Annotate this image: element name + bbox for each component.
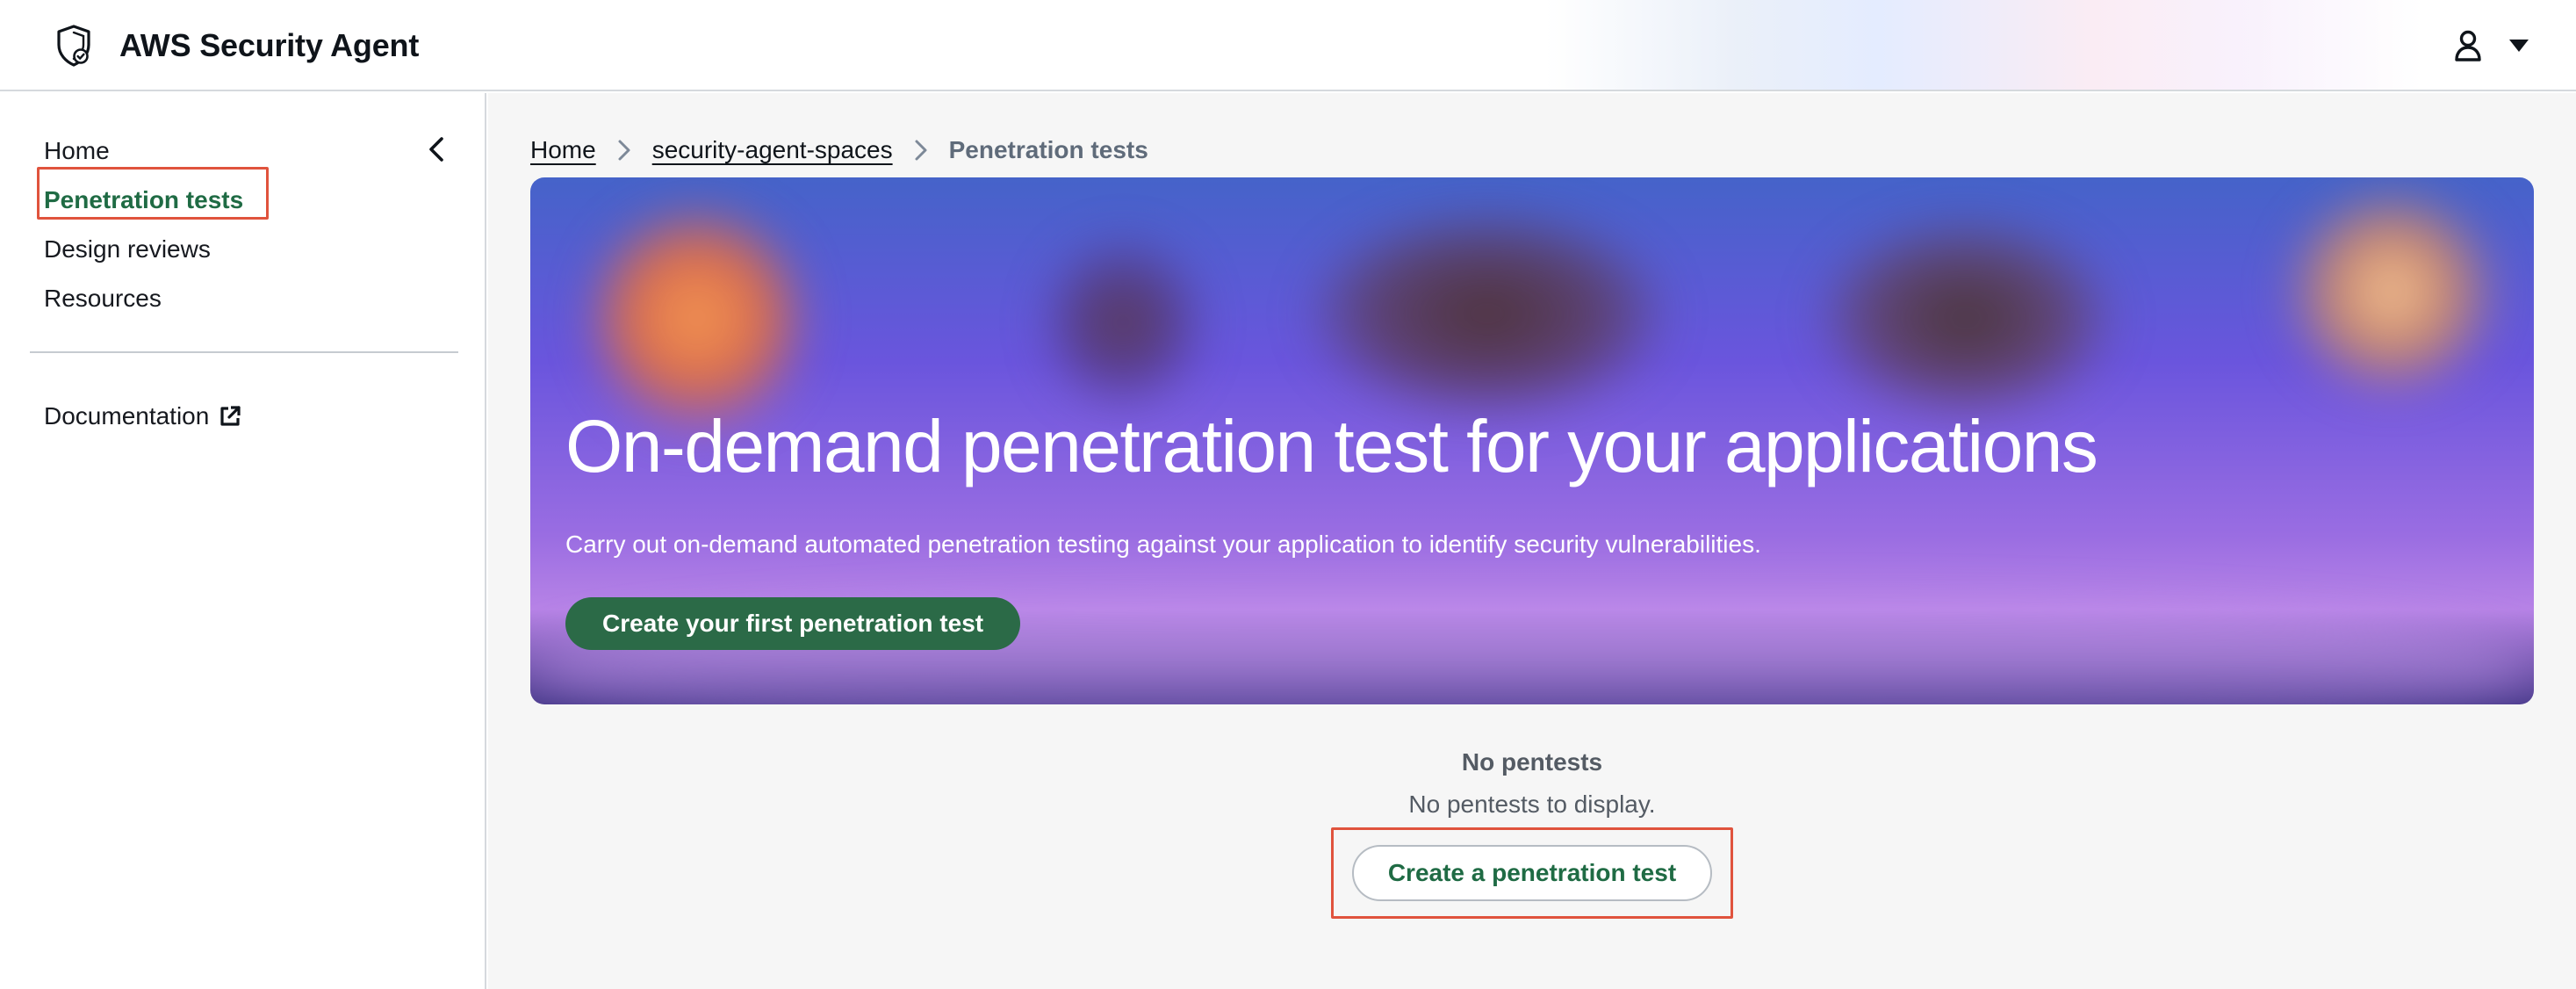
top-navigation-bar: AWS Security Agent <box>0 0 2576 91</box>
breadcrumb-home[interactable]: Home <box>530 136 596 164</box>
hero-decoration <box>592 204 802 432</box>
hero-description: Carry out on-demand automated penetratio… <box>565 531 1761 558</box>
empty-state-title: No pentests <box>1461 748 1603 776</box>
brand[interactable]: AWS Security Agent <box>51 19 419 72</box>
documentation-label: Documentation <box>44 402 210 430</box>
hero-title: On-demand penetration test for your appl… <box>565 405 2098 487</box>
main-content: Home security-agent-spaces Penetration t… <box>488 93 2576 989</box>
create-pentest-button[interactable]: Create a penetration test <box>1352 845 1712 901</box>
breadcrumb-current: Penetration tests <box>948 136 1148 163</box>
sidebar-item-home[interactable]: Home <box>44 126 243 176</box>
hero-decoration <box>2286 195 2497 388</box>
create-first-pentest-button[interactable]: Create your first penetration test <box>565 597 1021 650</box>
sidebar-divider <box>30 351 458 353</box>
documentation-link[interactable]: Documentation <box>44 392 242 441</box>
hero-decoration <box>1312 213 1663 415</box>
caret-down-icon[interactable] <box>2508 37 2530 54</box>
sidebar-item-penetration-tests[interactable]: Penetration tests <box>44 176 243 225</box>
shield-check-icon <box>51 23 97 69</box>
side-navigation: Home Penetration tests Design reviews Re… <box>0 93 486 989</box>
app-title: AWS Security Agent <box>119 27 420 63</box>
chevron-right-icon <box>617 139 631 162</box>
header-gradient-decoration <box>1545 0 2423 90</box>
breadcrumb: Home security-agent-spaces Penetration t… <box>530 126 1148 174</box>
sidebar-item-resources[interactable]: Resources <box>44 274 243 323</box>
nav-list: Home Penetration tests Design reviews Re… <box>44 126 243 323</box>
chevron-right-icon <box>914 139 928 162</box>
external-link-icon <box>218 404 242 429</box>
chevron-left-icon[interactable] <box>418 128 455 170</box>
hero-decoration <box>1048 239 1198 406</box>
sidebar-item-design-reviews[interactable]: Design reviews <box>44 225 243 274</box>
user-icon[interactable] <box>2453 29 2483 62</box>
breadcrumb-security-agent-spaces[interactable]: security-agent-spaces <box>652 136 893 164</box>
hero-banner: On-demand penetration test for your appl… <box>530 177 2534 704</box>
hero-decoration <box>1821 221 2111 415</box>
empty-state-description: No pentests to display. <box>1408 790 1656 818</box>
user-menu[interactable] <box>2453 23 2530 69</box>
